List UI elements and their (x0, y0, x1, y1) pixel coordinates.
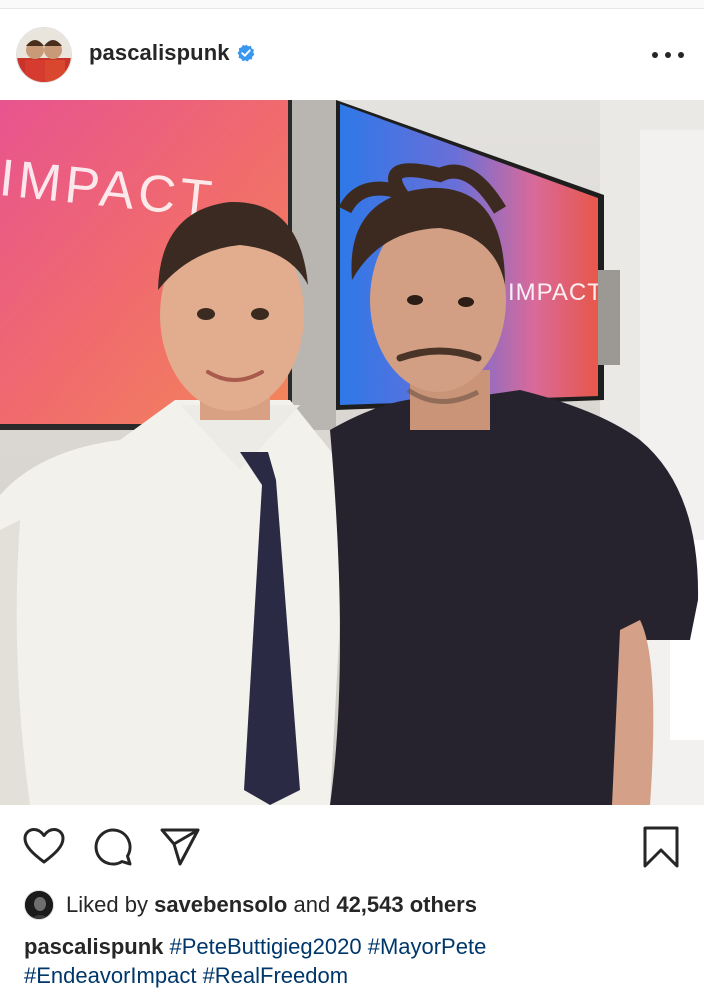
comment-icon[interactable] (91, 825, 135, 869)
hashtag-link[interactable]: #RealFreedom (203, 963, 349, 988)
status-strip (0, 0, 704, 9)
liker-avatar[interactable] (24, 890, 54, 920)
likes-prefix: Liked by (66, 892, 148, 917)
post-header: pascalispunk (0, 10, 704, 100)
more-dot (652, 52, 658, 58)
verified-badge-icon (237, 44, 255, 62)
screen-text-right: IMPACT (508, 279, 603, 306)
post-photo[interactable]: IMPACT IMPACT (0, 100, 704, 805)
hashtag-link[interactable]: #EndeavorImpact (24, 963, 196, 988)
user-avatar[interactable] (16, 27, 72, 83)
post-username[interactable]: pascalispunk (89, 40, 230, 66)
likes-middle: and (293, 892, 331, 917)
heart-icon[interactable] (22, 825, 66, 869)
hashtag-link[interactable]: #MayorPete (368, 934, 487, 959)
caption-username[interactable]: pascalispunk (24, 934, 163, 959)
post-caption: pascalispunk #PeteButtigieg2020 #MayorPe… (24, 932, 684, 990)
more-options-icon[interactable] (652, 43, 684, 67)
send-icon[interactable] (158, 825, 202, 869)
more-dot (665, 52, 671, 58)
bookmark-icon[interactable] (640, 825, 684, 869)
likes-count[interactable]: 42,543 others (336, 892, 477, 918)
liker-username[interactable]: savebensolo (154, 892, 287, 918)
hashtag-link[interactable]: #PeteButtigieg2020 (170, 934, 362, 959)
post-actions (0, 805, 704, 887)
likes-summary: Liked by savebensolo and 42,543 others (24, 889, 477, 921)
more-dot (678, 52, 684, 58)
